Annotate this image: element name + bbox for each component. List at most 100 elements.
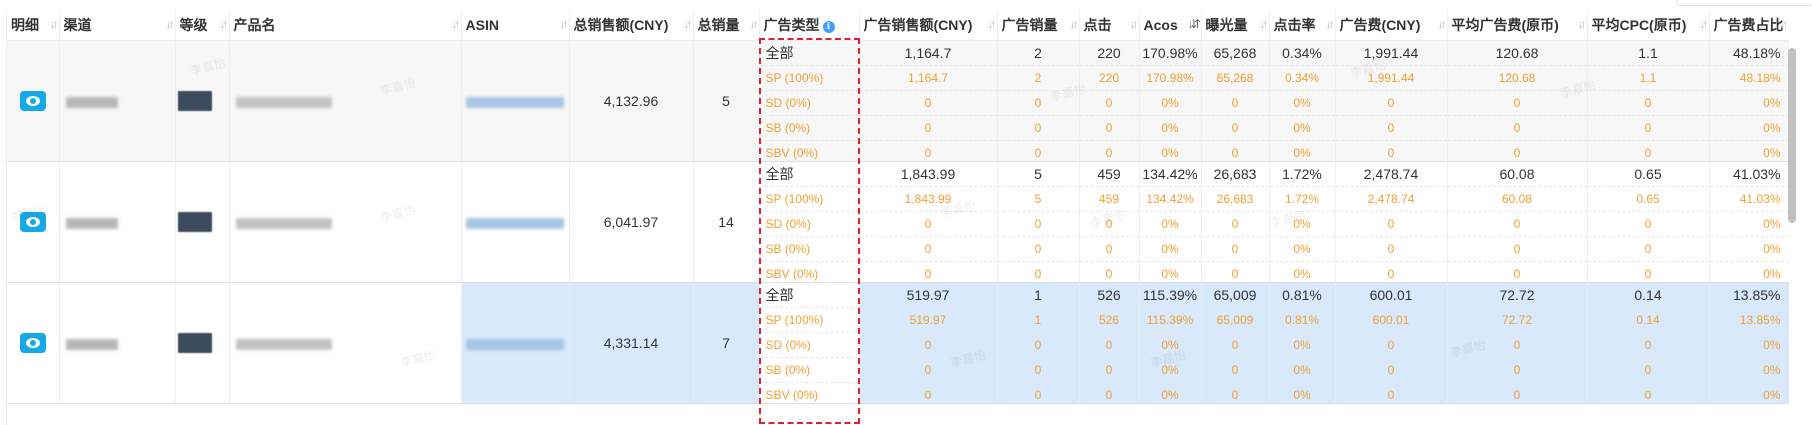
sort-icon[interactable]: ↓↑	[166, 17, 175, 31]
metric-sub-value: 0%	[1709, 333, 1789, 358]
column-header-17[interactable]: 广告费占比 ↓↑	[1709, 10, 1789, 41]
metric-sub-value: 0%	[1763, 388, 1781, 402]
metric-sub-value: 519.97	[859, 308, 997, 333]
avg-ad-spend-cell: 60.08 60.08 0 0 0	[1447, 161, 1588, 283]
column-header-8[interactable]: 广告销售额(CNY) ↓↑	[859, 10, 998, 41]
metric-sub-value: SD (0%)	[759, 333, 859, 358]
sort-icon[interactable]: ↓↑	[1438, 17, 1447, 31]
metric-sub-value: 0	[1201, 237, 1269, 262]
metric-sub-value: 0%	[1139, 333, 1201, 358]
column-header-label: 点击率	[1273, 17, 1316, 33]
eye-icon[interactable]	[19, 333, 46, 353]
column-header-4[interactable]: ASIN ↓↑	[461, 10, 570, 41]
metric-sub-value: 0%	[1269, 237, 1335, 262]
product-thumbnail[interactable]	[177, 91, 212, 111]
product-thumbnail[interactable]	[177, 333, 212, 353]
sort-icon[interactable]: ↓↑	[1780, 17, 1789, 31]
column-header-15[interactable]: 平均广告费(原币) ↓↑	[1447, 10, 1588, 41]
column-header-1[interactable]: 渠道 ↓↑	[59, 10, 176, 41]
clicks-cell: 459 459 0 0 0	[1079, 161, 1140, 283]
column-header-5[interactable]: 总销售额(CNY) ↓↑	[569, 10, 694, 41]
sort-icon[interactable]: ↓⇵	[1187, 17, 1200, 31]
column-header-12[interactable]: 曝光量 ↓↑	[1201, 10, 1270, 41]
metric-total: 0.14	[1587, 283, 1709, 308]
sort-icon[interactable]: ↓↑	[560, 17, 569, 31]
eye-icon[interactable]	[19, 91, 46, 111]
sort-icon[interactable]: ↓↑	[1326, 17, 1335, 31]
sort-icon[interactable]: ↓↑	[220, 17, 229, 31]
metric-sub-value: 0	[1335, 212, 1447, 237]
column-header-16[interactable]: 平均CPC(原币) ↓↑	[1587, 10, 1710, 41]
channel-cell	[59, 161, 176, 283]
metric-total: 5	[997, 162, 1079, 187]
metric-sub-value: SP (100%)	[759, 66, 859, 91]
metric-sub-value: 0	[1447, 358, 1587, 383]
column-header-2[interactable]: 等级 ↓↑	[175, 10, 230, 41]
metric-sub-value: 0	[1335, 91, 1447, 116]
sort-icon[interactable]: ↓↑	[1070, 17, 1079, 31]
top-dropdown-fragment[interactable]	[1676, 0, 1812, 6]
metric-sub-value: 5	[997, 187, 1079, 212]
channel-cell	[59, 40, 176, 162]
redacted-asin-link[interactable]	[465, 96, 564, 108]
column-header-14[interactable]: 广告费(CNY) ↓↑	[1335, 10, 1448, 41]
metric-total: 1,843.99	[859, 162, 997, 187]
column-header-10[interactable]: 点击 ↓↑	[1079, 10, 1140, 41]
redacted-product-name	[235, 338, 332, 350]
metric-total: 120.68	[1447, 41, 1587, 66]
metric-total: 全部	[759, 283, 859, 308]
column-header-3[interactable]: 产品名 ↓↑	[229, 10, 462, 41]
sort-icon[interactable]: ↓↑	[1578, 17, 1587, 31]
metric-total: 60.08	[1447, 162, 1587, 187]
metric-sub-value: 0%	[1139, 91, 1201, 116]
metric-sub-value: 41.03%	[1709, 187, 1789, 212]
sort-icon[interactable]: ↓↑	[1700, 17, 1709, 31]
info-icon[interactable]: i	[822, 21, 835, 33]
sort-icon[interactable]: ↓↑	[684, 17, 693, 31]
total-sales-cell: 4,132.96	[569, 40, 694, 162]
metric-sub-value: 170.98%	[1139, 66, 1201, 91]
column-header-0[interactable]: 明细 ↓↑	[7, 10, 60, 41]
metric-sub-value: 60.08	[1447, 187, 1587, 212]
metric-sub-value: 0	[1079, 91, 1139, 116]
grade-cell	[175, 282, 230, 404]
metric-sub-value: 0	[997, 358, 1079, 383]
column-header-label: 总销量	[697, 17, 740, 33]
redacted-asin-link[interactable]	[465, 217, 564, 229]
product-thumbnail[interactable]	[177, 212, 212, 232]
metric-sub-value: 2	[997, 66, 1079, 91]
vertical-scrollbar[interactable]	[1788, 48, 1796, 223]
metric-sub-value: 0	[1387, 388, 1395, 402]
clicks-cell: 220 220 0 0 0	[1079, 40, 1140, 162]
metric-sub-value: 0%	[1709, 358, 1789, 383]
sort-icon[interactable]: ↓↑	[1260, 17, 1269, 31]
metric-sub-value: 0	[859, 237, 997, 262]
metric-sub-value: 1.72%	[1269, 187, 1335, 212]
sort-icon[interactable]: ↓↑	[1130, 17, 1139, 31]
sort-icon[interactable]: ↓↑	[750, 17, 759, 31]
column-header-9[interactable]: 广告销量 ↓↑	[997, 10, 1080, 41]
ad-spend-ratio-cell: 13.85% 13.85% 0% 0% 0%	[1709, 282, 1789, 404]
redacted-asin-link[interactable]	[465, 338, 564, 350]
column-header-6[interactable]: 总销量 ↓↑	[693, 10, 760, 41]
metric-sub-value: 0	[1105, 388, 1113, 402]
column-header-13[interactable]: 点击率 ↓↑	[1269, 10, 1336, 41]
metric-sub-value: 0	[1201, 333, 1269, 358]
redacted-product-name	[235, 217, 332, 229]
metric-sub-value: 0	[1079, 116, 1139, 141]
product-name-cell	[229, 282, 462, 404]
metric-sub-value: 0	[1079, 212, 1139, 237]
metric-sub-value: 1,991.44	[1335, 66, 1447, 91]
column-header-label: 产品名	[233, 17, 276, 33]
metric-total: 1,991.44	[1335, 41, 1447, 66]
sort-icon[interactable]: ↓↑	[452, 17, 461, 31]
eye-icon[interactable]	[19, 212, 46, 232]
sort-icon[interactable]: ↓↑	[988, 17, 997, 31]
column-header-11[interactable]: Acos ↓⇵	[1139, 10, 1202, 41]
metric-total: 0.65	[1587, 162, 1709, 187]
metric-sub-value: 600.01	[1335, 308, 1447, 333]
metric-sub-value: 0	[1587, 333, 1709, 358]
metric-total: 72.72	[1447, 283, 1587, 308]
sort-icon[interactable]: ↓↑	[50, 17, 59, 31]
metric-sub-value: 0	[1447, 333, 1587, 358]
